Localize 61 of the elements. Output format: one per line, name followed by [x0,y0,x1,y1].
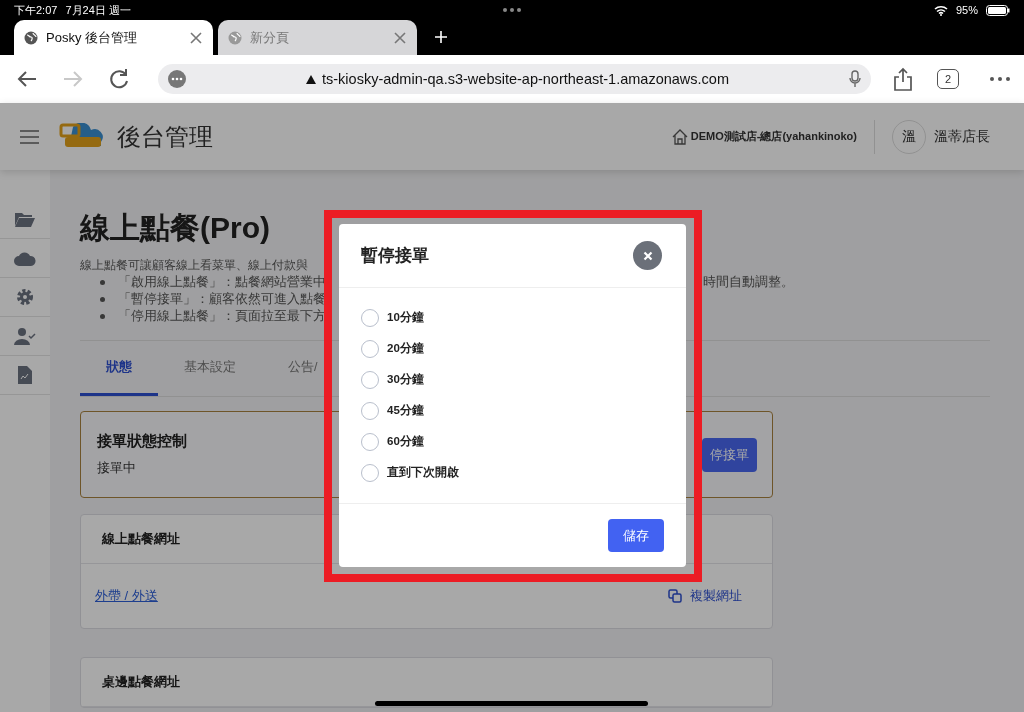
bullet-text: 「啟用線上點餐」：點餐網站營業中 [118,274,327,291]
radio-button[interactable] [361,370,379,389]
radio-button[interactable] [361,432,379,451]
bullet-text: 時間自動調整。 [703,274,795,291]
close-icon[interactable] [189,30,203,45]
warning-icon [306,74,316,84]
tab-count[interactable]: 2 [937,69,959,89]
status-time: 下午2:07 [14,2,58,18]
card-title: 接單狀態控制 [97,432,187,451]
order-status: 接單中 [97,459,137,477]
copy-url-button[interactable]: 複製網址 [668,587,742,605]
new-tab-icon[interactable] [434,30,448,44]
pause-orders-button[interactable]: 停接單 [702,437,757,472]
browser-tab[interactable]: Posky 後台管理 [14,20,213,55]
radio-button[interactable] [361,339,379,358]
bullet-dot [99,314,105,319]
more-dots-icon [503,8,521,12]
folder-icon[interactable] [15,211,35,227]
close-button[interactable] [633,241,662,270]
store-name[interactable]: DEMO測試店-總店(yahankinoko) [690,129,857,144]
duration-option[interactable]: 20分鐘 [361,333,664,364]
home-icon [671,128,688,145]
status-date: 7月24日 週一 [65,2,131,18]
user-check-icon[interactable] [14,327,36,345]
duration-option[interactable]: 60分鐘 [361,426,664,457]
duration-option[interactable]: 10分鐘 [361,302,664,333]
close-icon [642,250,653,261]
dialog-title: 暫停接單 [361,245,429,267]
bullet-text: 「暫停接單」：顧客依然可進入點餐 [118,291,327,308]
duration-option[interactable]: 30分鐘 [361,364,664,395]
settings-icon[interactable] [16,288,34,306]
user-name[interactable]: 溫蒂店長 [934,127,990,146]
battery-icon [986,4,1010,16]
copy-icon [668,589,682,603]
globe-icon [228,30,242,45]
battery-percent: 95% [955,4,978,16]
bullet-text: 「停用線上點餐」：頁面拉至最下方 [118,308,327,325]
address-field[interactable]: ts-kiosky-admin-qa.s3-website-ap-northeast-1.amazonaws.com [158,64,871,94]
save-button[interactable]: 儲存 [608,519,664,552]
page-tab[interactable]: 狀態 [80,341,158,396]
radio-button[interactable] [361,308,379,327]
radio-button[interactable] [361,401,379,420]
menu-icon[interactable] [20,129,39,144]
page-title: 線上點餐(Pro) [80,210,271,246]
duration-option[interactable]: 45分鐘 [361,395,664,426]
order-link[interactable]: 外帶 / 外送 [95,587,158,605]
radio-button[interactable] [361,463,379,482]
wifi-icon [933,4,948,16]
bullet-dot [99,280,105,285]
bullet-dot [99,297,105,302]
cloud-icon[interactable] [14,250,36,266]
microphone-icon[interactable] [849,70,861,88]
duration-option[interactable]: 直到下次開啟 [361,457,664,488]
close-icon[interactable] [393,30,407,45]
more-icon[interactable] [990,77,1010,81]
app-title: 後台管理 [117,121,213,152]
globe-icon [24,30,38,45]
page-description: 線上點餐可讓顧客線上看菜單、線上付款與 [80,257,309,274]
more-icon[interactable] [168,70,186,88]
document-icon[interactable] [18,366,32,384]
share-icon[interactable] [893,67,913,91]
